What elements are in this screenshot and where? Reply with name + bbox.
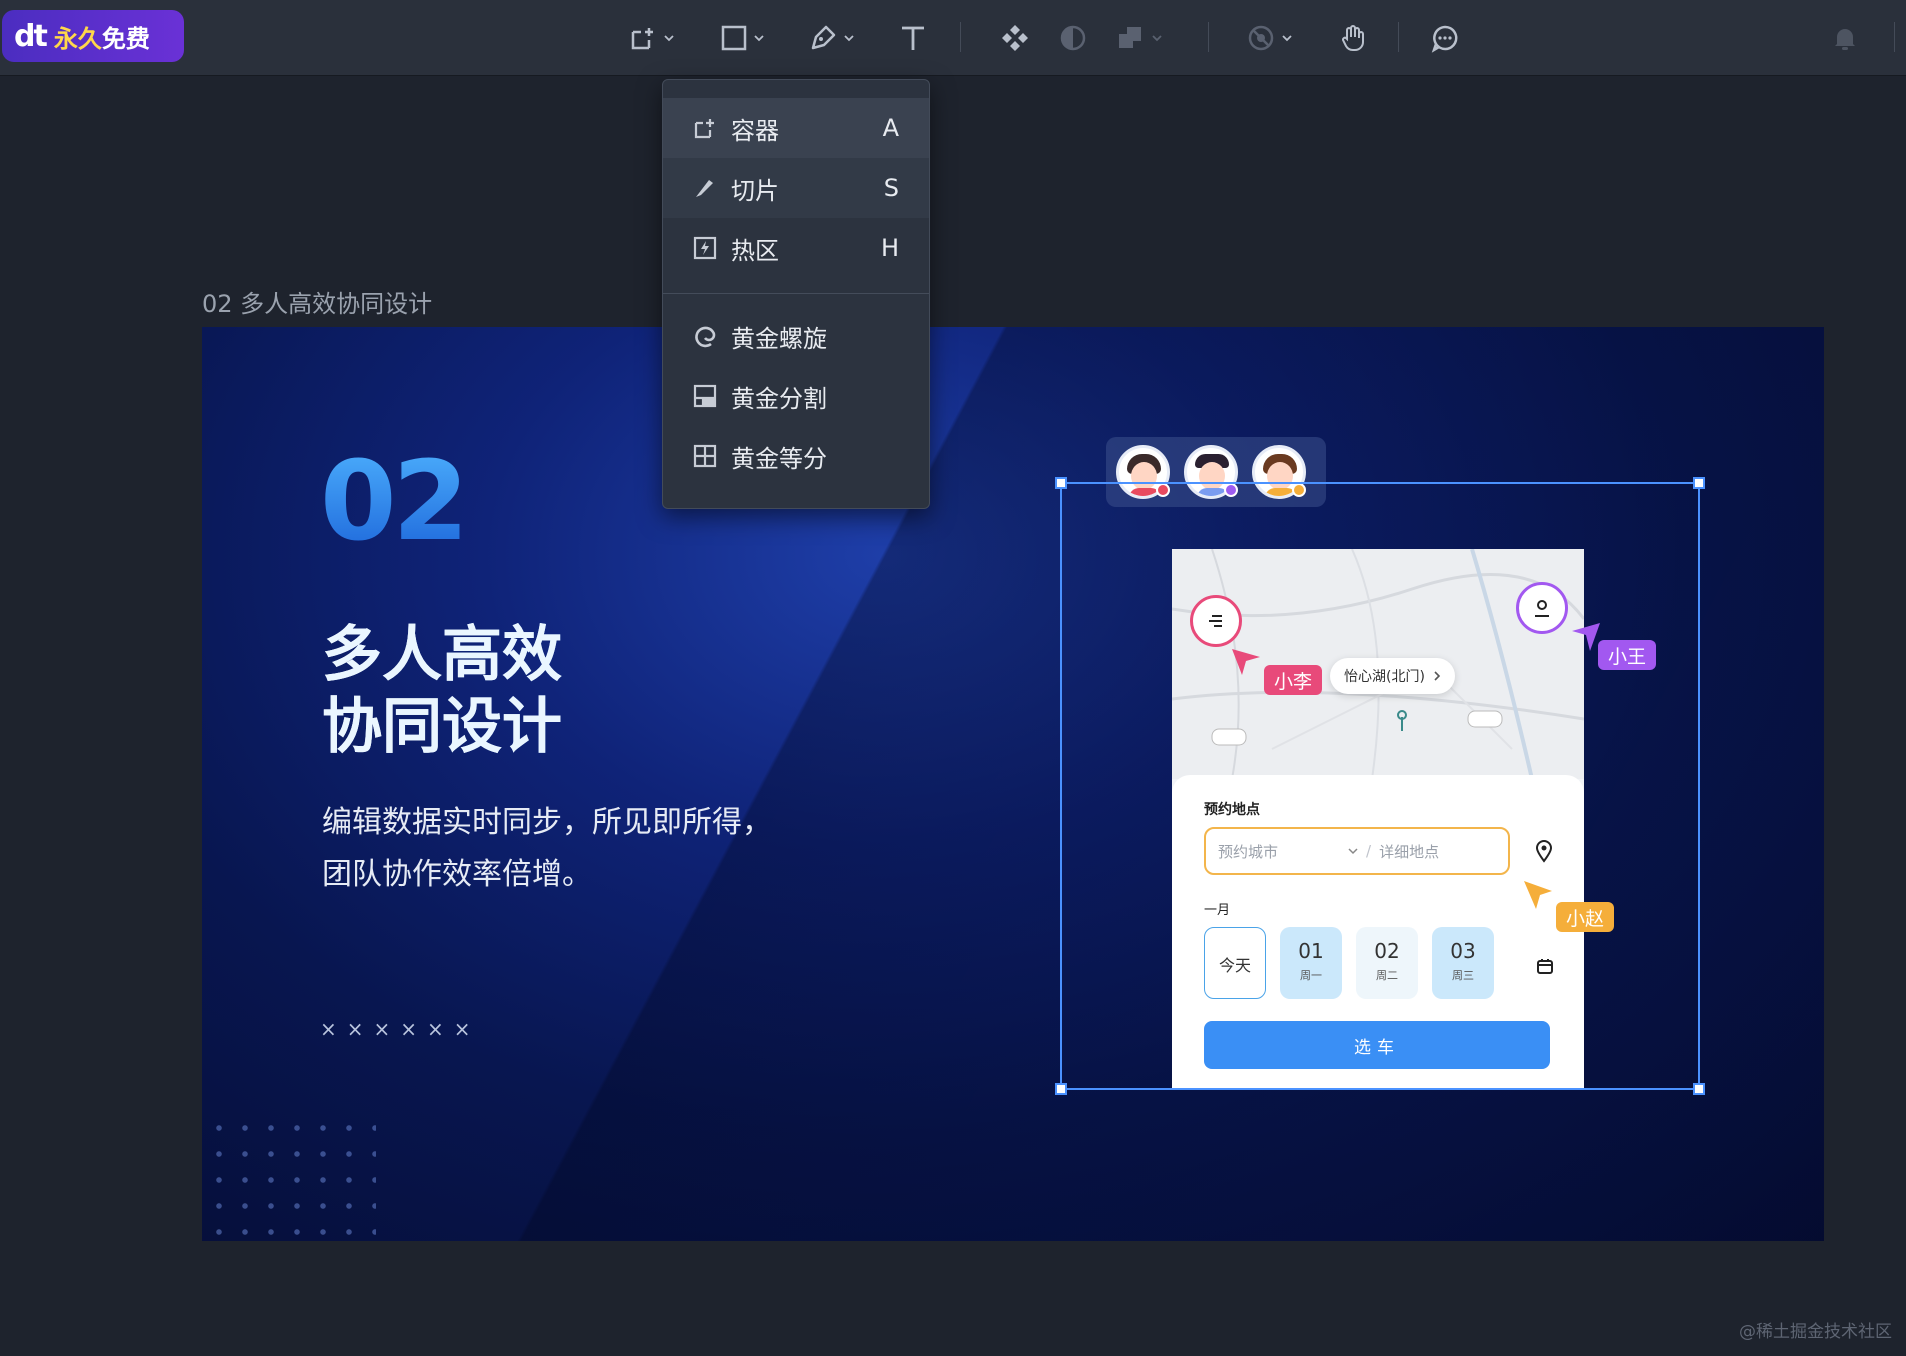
menu-item-label: 容器	[731, 116, 779, 145]
section-number[interactable]: 02	[320, 437, 469, 565]
menu-item-golden-spiral[interactable]: 黄金螺旋	[663, 306, 929, 366]
pen-tool-button[interactable]	[808, 18, 854, 58]
toolbar-divider	[960, 22, 961, 52]
hand-icon	[1342, 25, 1364, 52]
menu-item-shortcut: S	[883, 174, 899, 202]
chevron-down-icon[interactable]	[1152, 33, 1162, 43]
menu-item-label: 黄金螺旋	[731, 324, 827, 353]
menu-item-container[interactable]: 容器 A	[663, 98, 929, 158]
bell-icon	[1835, 29, 1855, 50]
container-tool-menu: 容器 A 切片 S 热区 H 黄金螺旋 黄金分割 黄金等分	[662, 79, 930, 509]
resize-handle[interactable]	[1693, 477, 1705, 489]
rectangle-icon	[721, 25, 747, 51]
text-icon	[902, 26, 924, 50]
artboard[interactable]: 02 多人高效 协同设计 编辑数据实时同步，所见即所得， 团队协作效率倍增。 ×…	[202, 327, 1824, 1241]
subtitle[interactable]: 编辑数据实时同步，所见即所得， 团队协作效率倍增。	[322, 797, 772, 901]
menu-item-shortcut: A	[882, 114, 899, 142]
boolean-tool-button[interactable]	[1116, 18, 1162, 58]
logo-free-text: 永久免费	[53, 24, 150, 53]
menu-item-shortcut: H	[880, 234, 899, 262]
resize-handle[interactable]	[1055, 477, 1067, 489]
component-tool-button[interactable]	[1000, 18, 1030, 58]
menu-divider	[663, 293, 929, 294]
headline-line-2: 协同设计	[322, 692, 562, 762]
chevron-down-icon[interactable]	[844, 33, 854, 43]
notification-button[interactable]	[1830, 18, 1860, 58]
chevron-down-icon[interactable]	[1282, 33, 1292, 43]
decorative-x-marks: ××××××	[320, 1017, 481, 1041]
chevron-down-icon[interactable]	[664, 33, 674, 43]
menu-item-slice[interactable]: 切片 S	[663, 158, 929, 218]
menu-item-label: 黄金等分	[731, 444, 827, 473]
comment-tool-button[interactable]	[1430, 18, 1460, 58]
logo-dt: dt	[14, 18, 48, 54]
headline[interactable]: 多人高效 协同设计	[322, 619, 562, 763]
toolbar-divider	[1208, 22, 1209, 52]
decorative-dot-grid	[206, 1115, 376, 1235]
resize-handle[interactable]	[1693, 1083, 1705, 1095]
mask-tool-button[interactable]	[1058, 18, 1088, 58]
chevron-down-icon[interactable]	[754, 33, 764, 43]
menu-item-hotspot[interactable]: 热区 H	[663, 218, 929, 278]
boolean-icon	[1119, 27, 1141, 48]
menu-item-golden-ratio[interactable]: 黄金分割	[663, 366, 929, 426]
toolbar-divider	[1398, 22, 1399, 52]
container-tool-button[interactable]	[628, 18, 674, 58]
container-tool-icon	[631, 28, 653, 50]
prototype-tool-button[interactable]	[1246, 18, 1292, 58]
top-toolbar: dt 永久免费	[0, 0, 1906, 76]
headline-line-1: 多人高效	[322, 620, 562, 690]
toolbar-divider	[1894, 22, 1895, 52]
frame-label[interactable]: 02 多人高效协同设计	[202, 284, 432, 319]
golden-spiral-icon	[695, 326, 716, 348]
resize-handle[interactable]	[1055, 1083, 1067, 1095]
comment-icon	[1431, 25, 1458, 53]
menu-item-label: 热区	[731, 236, 779, 265]
golden-ratio-icon	[693, 384, 717, 408]
pen-icon	[811, 25, 836, 50]
selection-box[interactable]	[1055, 477, 1705, 1095]
prototype-icon	[1248, 25, 1274, 51]
menu-item-label: 切片	[731, 176, 779, 205]
rectangle-tool-button[interactable]	[720, 18, 764, 58]
hand-tool-button[interactable]	[1338, 18, 1368, 58]
text-tool-button[interactable]	[898, 18, 928, 58]
menu-item-golden-grid[interactable]: 黄金等分	[663, 426, 929, 486]
menu-item-label: 黄金分割	[731, 384, 827, 413]
subtitle-line-1: 编辑数据实时同步，所见即所得，	[322, 805, 772, 840]
subtitle-line-2: 团队协作效率倍增。	[322, 857, 592, 892]
mask-icon	[1060, 25, 1086, 51]
hotspot-icon	[693, 236, 717, 260]
container-icon	[694, 119, 714, 139]
golden-grid-icon	[693, 444, 717, 468]
component-icon	[1002, 25, 1028, 51]
watermark: @稀土掘金技术社区	[1739, 1322, 1892, 1342]
brand-logo[interactable]: dt 永久免费	[2, 10, 184, 62]
slice-icon	[696, 180, 713, 197]
